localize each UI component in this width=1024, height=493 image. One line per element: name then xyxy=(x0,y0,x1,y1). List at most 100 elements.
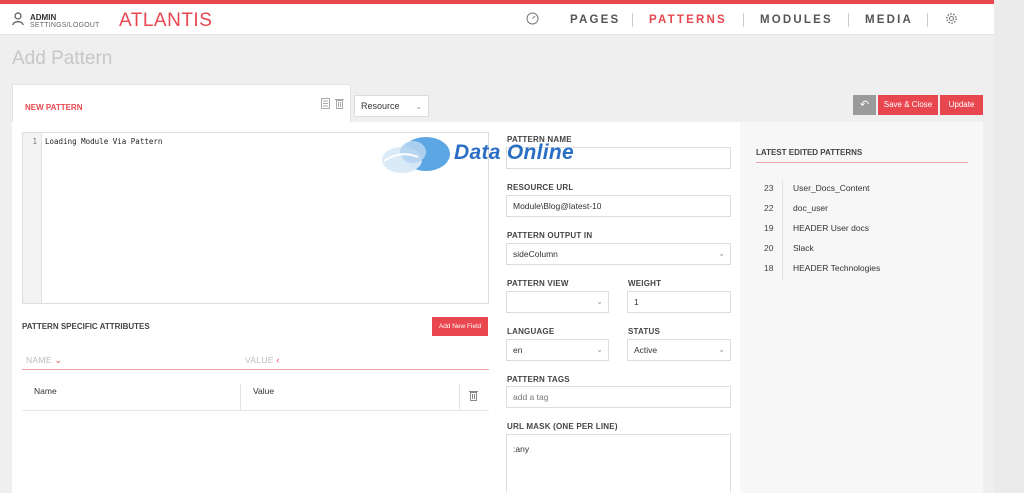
chevron-down-icon: ⌄ xyxy=(54,355,63,365)
window-right-gutter xyxy=(994,0,1024,493)
code-line[interactable]: Loading Module Via Pattern xyxy=(45,137,162,146)
chevron-down-icon: ⌄ xyxy=(596,345,603,354)
pattern-type-select[interactable]: Resource ⌄ xyxy=(354,95,429,117)
nav-sep-1 xyxy=(632,4,633,35)
line-number: 1 xyxy=(32,137,37,146)
nav-sep-4 xyxy=(927,4,928,35)
pattern-type-value: Resource xyxy=(361,101,400,111)
output-in-value: sideColumn xyxy=(513,249,558,259)
nav-media-wrap: MEDIA xyxy=(865,4,913,35)
user-icon xyxy=(12,12,24,26)
account-links: SETTINGS/LOGOUT xyxy=(30,22,100,29)
pattern-tags-label: PATTERN TAGS xyxy=(507,375,570,384)
page-title: Add Pattern xyxy=(12,48,113,69)
nav-pages[interactable]: PAGES xyxy=(570,14,620,26)
pattern-link[interactable]: HEADER Technologies xyxy=(793,263,880,273)
pattern-id: 18 xyxy=(764,263,774,273)
latest-patterns-panel: LATEST EDITED PATTERNS 23 User_Docs_Cont… xyxy=(740,122,983,493)
trash-icon[interactable] xyxy=(335,98,344,109)
latest-patterns-title: LATEST EDITED PATTERNS xyxy=(756,148,863,157)
resource-url-value: Module\Blog@latest-10 xyxy=(513,201,602,211)
list-item[interactable]: 18 HEADER Technologies xyxy=(756,260,968,280)
language-select[interactable]: en ⌄ xyxy=(506,339,609,361)
attribute-value-input[interactable]: Value xyxy=(241,377,459,410)
pattern-link[interactable]: User_Docs_Content xyxy=(793,183,870,193)
list-item[interactable]: 23 User_Docs_Content xyxy=(756,180,968,200)
pattern-tags-placeholder: add a tag xyxy=(513,392,549,402)
chevron-down-icon: ⌄ xyxy=(415,102,422,111)
output-in-label: PATTERN OUTPUT IN xyxy=(507,231,593,240)
pattern-view-label: PATTERN VIEW xyxy=(507,279,569,288)
weight-value: 1 xyxy=(634,297,639,307)
tab-label: NEW PATTERN xyxy=(25,103,83,112)
back-button[interactable]: ↶ xyxy=(853,95,876,115)
nav-patterns-wrap: PATTERNS xyxy=(649,4,727,35)
list-item[interactable]: 20 Slack xyxy=(756,240,968,260)
update-button[interactable]: Update xyxy=(940,95,983,115)
column-value-header[interactable]: VALUE ‹ xyxy=(245,355,280,365)
pattern-link[interactable]: HEADER User docs xyxy=(793,223,869,233)
tab-new-pattern[interactable]: NEW PATTERN xyxy=(12,84,351,124)
gear-icon[interactable] xyxy=(945,12,958,25)
pattern-id: 22 xyxy=(764,203,774,213)
nav-patterns[interactable]: PATTERNS xyxy=(649,14,727,26)
list-item[interactable]: 19 HEADER User docs xyxy=(756,220,968,240)
nav-pages-wrap: PAGES xyxy=(570,4,620,35)
document-icon[interactable] xyxy=(321,98,330,109)
attribute-name-input[interactable]: Name xyxy=(22,377,240,410)
logout-link[interactable]: LOGOUT xyxy=(69,22,100,29)
weight-input[interactable]: 1 xyxy=(627,291,731,313)
pattern-tags-input[interactable]: add a tag xyxy=(506,386,731,408)
latest-patterns-divider xyxy=(756,162,968,163)
column-name-label: NAME xyxy=(26,355,52,365)
trash-icon[interactable] xyxy=(469,390,478,401)
nav-sep-2 xyxy=(743,4,744,35)
chevron-down-icon: ⌄ xyxy=(718,345,725,354)
url-mask-label: URL MASK (ONE PER LINE) xyxy=(507,422,618,431)
header-divider xyxy=(22,369,489,370)
pattern-name-label: PATTERN NAME xyxy=(507,135,572,144)
pattern-link[interactable]: Slack xyxy=(793,243,814,253)
nav-modules-wrap: MODULES xyxy=(760,4,833,35)
resource-url-label: RESOURCE URL xyxy=(507,183,574,192)
row-divider xyxy=(22,410,489,411)
brand-logo[interactable]: ATLANTIS xyxy=(119,10,212,32)
dashboard-icon[interactable] xyxy=(526,12,539,25)
pattern-id: 23 xyxy=(764,183,774,193)
attribute-value-placeholder: Value xyxy=(253,386,275,396)
column-value-label: VALUE xyxy=(245,355,274,365)
row-action-divider xyxy=(459,384,460,410)
chevron-down-icon: ⌄ xyxy=(596,297,603,306)
latest-patterns-list: 23 User_Docs_Content 22 doc_user 19 HEAD… xyxy=(756,180,968,280)
nav-media[interactable]: MEDIA xyxy=(865,14,913,26)
resource-url-input[interactable]: Module\Blog@latest-10 xyxy=(506,195,731,217)
main-panel: 1 Loading Module Via Pattern PATTERN SPE… xyxy=(12,122,983,493)
attribute-name-placeholder: Name xyxy=(34,386,57,396)
user-name: ADMIN xyxy=(30,13,57,22)
editor-gutter: 1 xyxy=(23,133,42,303)
nav-sep-3 xyxy=(848,4,849,35)
url-mask-textarea[interactable]: :any xyxy=(506,434,731,493)
status-label: STATUS xyxy=(628,327,661,336)
chevron-down-icon: ⌄ xyxy=(718,249,725,258)
undo-arrow-icon: ↶ xyxy=(859,99,870,111)
language-value: en xyxy=(513,345,523,355)
pattern-name-input[interactable] xyxy=(506,147,731,169)
list-item[interactable]: 22 doc_user xyxy=(756,200,968,220)
code-editor[interactable]: 1 Loading Module Via Pattern xyxy=(22,132,489,304)
pattern-id: 19 xyxy=(764,223,774,233)
save-close-button[interactable]: Save & Close xyxy=(878,95,938,115)
top-header: ADMIN SETTINGS/LOGOUT ATLANTIS PAGES PAT… xyxy=(0,4,994,35)
settings-link[interactable]: SETTINGS xyxy=(30,22,67,29)
status-value: Active xyxy=(634,345,658,355)
output-in-select[interactable]: sideColumn ⌄ xyxy=(506,243,731,265)
status-select[interactable]: Active ⌄ xyxy=(627,339,731,361)
attributes-title: PATTERN SPECIFIC ATTRIBUTES xyxy=(22,322,150,331)
pattern-view-select[interactable]: ⌄ xyxy=(506,291,609,313)
url-mask-value: :any xyxy=(513,444,530,454)
nav-modules[interactable]: MODULES xyxy=(760,14,833,26)
add-new-field-button[interactable]: Add New Field xyxy=(432,317,488,336)
chevron-left-icon: ‹ xyxy=(276,355,280,365)
pattern-link[interactable]: doc_user xyxy=(793,203,828,213)
column-name-header[interactable]: NAME ⌄ xyxy=(26,355,62,366)
